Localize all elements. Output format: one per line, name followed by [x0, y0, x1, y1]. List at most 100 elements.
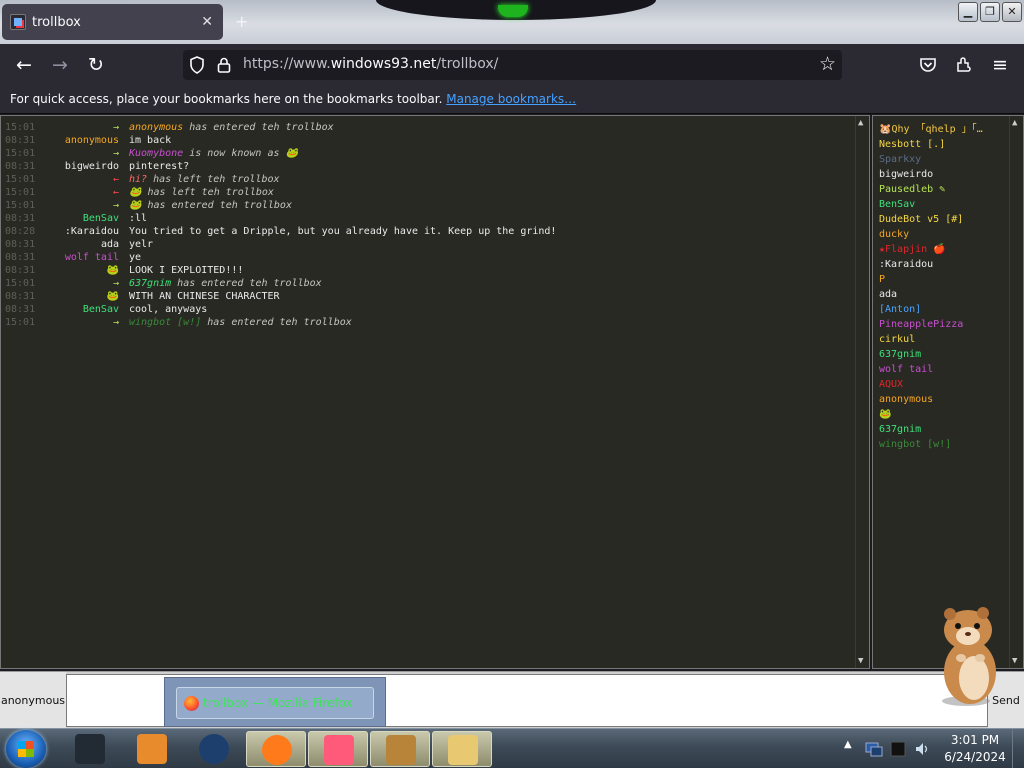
- user-list-item[interactable]: DudeBot v5 [#]: [879, 212, 1023, 227]
- chat-scrollbar[interactable]: ▲ ▼: [855, 116, 869, 668]
- taskbar-terminal[interactable]: [60, 731, 120, 767]
- message-tail: has left teh trollbox: [141, 187, 274, 198]
- message-body: im back: [129, 135, 172, 146]
- message-time: 08:31: [5, 265, 36, 276]
- reload-icon[interactable]: ↻: [84, 53, 108, 77]
- nickname-button[interactable]: anonymous: [0, 672, 66, 729]
- new-tab-icon[interactable]: +: [235, 12, 248, 31]
- message-nick[interactable]: 🐸: [37, 290, 129, 303]
- volume-icon[interactable]: [914, 740, 930, 758]
- message-nick[interactable]: bigweirdo: [37, 160, 129, 173]
- taskbar-app-globe[interactable]: [184, 731, 244, 767]
- scroll-down-icon[interactable]: ▼: [858, 656, 863, 666]
- forward-arrow-icon[interactable]: →: [48, 53, 72, 77]
- user-list-item[interactable]: AQUX: [879, 377, 1023, 392]
- message-nick[interactable]: ada: [37, 238, 129, 251]
- taskbar-trollbox-box[interactable]: [370, 731, 430, 767]
- file-explorer-icon: [448, 735, 478, 765]
- message-body: ye: [129, 252, 142, 263]
- user-list-item[interactable]: :Karaidou: [879, 257, 1023, 272]
- message-text: 🐸 has left teh trollbox: [129, 186, 869, 199]
- user-list-item[interactable]: wolf tail: [879, 362, 1023, 377]
- close-tab-icon[interactable]: ✕: [201, 14, 213, 30]
- message-time: 15:01: [5, 174, 36, 185]
- message-nick[interactable]: BenSav: [37, 303, 129, 316]
- chat-message: 15:01 → 637gnim has entered teh trollbox: [1, 277, 869, 290]
- message-nick[interactable]: →: [37, 121, 129, 134]
- message-time: 08:28: [5, 226, 36, 237]
- lock-icon[interactable]: [217, 57, 231, 73]
- menu-hamburger-icon[interactable]: ≡: [988, 53, 1012, 77]
- show-desktop-button[interactable]: [1012, 729, 1024, 768]
- user-list-item[interactable]: Nesbott [.]: [879, 137, 1023, 152]
- user-list-item[interactable]: ada: [879, 287, 1023, 302]
- start-button[interactable]: [6, 730, 46, 768]
- user-list-item[interactable]: cirkul: [879, 332, 1023, 347]
- scroll-down-icon[interactable]: ▼: [1012, 656, 1017, 666]
- tracking-shield-icon[interactable]: [189, 56, 205, 74]
- preview-firefox-window[interactable]: trollbox — Mozilla Firefox: [176, 687, 374, 719]
- message-nick[interactable]: →: [37, 277, 129, 290]
- message-composer: anonymous Send: [0, 671, 1024, 729]
- message-time: 08:31: [5, 291, 36, 302]
- clock-date: 6/24/2024: [944, 750, 1006, 764]
- userlist-scrollbar[interactable]: ▲ ▼: [1009, 116, 1023, 668]
- chat-message: 15:01 ← hi? has left teh trollbox: [1, 173, 869, 186]
- message-nick[interactable]: →: [37, 199, 129, 212]
- user-list-item[interactable]: BenSav: [879, 197, 1023, 212]
- user-list-item[interactable]: Sparkxy: [879, 152, 1023, 167]
- message-nick[interactable]: :Karaidou: [37, 225, 129, 238]
- hamster-mascot-icon[interactable]: [936, 606, 1006, 708]
- address-bar[interactable]: https://www.windows93.net/trollbox/ ☆: [183, 50, 842, 80]
- user-list-item[interactable]: ★Flapjin 🍎: [879, 242, 1023, 257]
- manage-bookmarks-link[interactable]: Manage bookmarks…: [446, 92, 576, 106]
- device-icon[interactable]: [888, 739, 908, 759]
- chat-message: 15:01 → Kuomybone is now known as 🐸: [1, 147, 869, 160]
- taskbar-file-explorer[interactable]: [432, 731, 492, 767]
- chat-message: 15:01 ← 🐸 has left teh trollbox: [1, 186, 869, 199]
- user-list-item[interactable]: wingbot [w!]: [879, 437, 1023, 452]
- pocket-icon[interactable]: [919, 57, 937, 73]
- message-nick[interactable]: anonymous: [37, 134, 129, 147]
- extensions-icon[interactable]: [955, 56, 973, 74]
- maximize-icon[interactable]: ❐: [980, 2, 1000, 22]
- taskbar-firefox[interactable]: [246, 731, 306, 767]
- close-window-icon[interactable]: ✕: [1002, 2, 1022, 22]
- taskbar: ▲ 3:01 PM 6/24/2024: [0, 728, 1024, 768]
- message-nick[interactable]: →: [37, 316, 129, 329]
- message-nick[interactable]: BenSav: [37, 212, 129, 225]
- back-arrow-icon[interactable]: ←: [12, 53, 36, 77]
- app-prism-icon: [324, 735, 354, 765]
- bookmark-star-icon[interactable]: ☆: [819, 53, 836, 75]
- scroll-up-icon[interactable]: ▲: [858, 118, 863, 128]
- taskbar-thumbnail-preview[interactable]: trollbox — Mozilla Firefox: [164, 677, 386, 727]
- message-nick[interactable]: ←: [37, 186, 129, 199]
- tab-trollbox[interactable]: trollbox ✕: [2, 4, 223, 40]
- user-list-item[interactable]: PineapplePizza: [879, 317, 1023, 332]
- message-nick[interactable]: 🐸: [37, 264, 129, 277]
- message-body: wingbot [w!]: [129, 317, 202, 328]
- message-nick[interactable]: wolf tail: [37, 251, 129, 264]
- user-list-item[interactable]: 🐹Qhy 「qhelp 」「…: [879, 122, 1023, 137]
- message-body: cool, anyways: [129, 304, 208, 315]
- taskbar-media-player[interactable]: [122, 731, 182, 767]
- user-list-item[interactable]: [Anton]: [879, 302, 1023, 317]
- user-list-item[interactable]: ducky: [879, 227, 1023, 242]
- user-list-item[interactable]: bigweirdo: [879, 167, 1023, 182]
- message-nick[interactable]: →: [37, 147, 129, 160]
- user-list-item[interactable]: P: [879, 272, 1023, 287]
- user-list-item[interactable]: anonymous: [879, 392, 1023, 407]
- show-hidden-icons-icon[interactable]: ▲: [844, 739, 852, 750]
- user-list-item[interactable]: 637gnim: [879, 347, 1023, 362]
- taskbar-app-prism[interactable]: [308, 731, 368, 767]
- clock[interactable]: 3:01 PM 6/24/2024: [942, 732, 1008, 766]
- user-list-item[interactable]: Pausedleb ✎: [879, 182, 1023, 197]
- scroll-up-icon[interactable]: ▲: [1012, 118, 1017, 128]
- minimize-icon[interactable]: ▁: [958, 2, 978, 22]
- message-time: 08:31: [5, 252, 36, 263]
- message-nick[interactable]: ←: [37, 173, 129, 186]
- network-icon[interactable]: [864, 739, 884, 759]
- user-list-item[interactable]: 637gnim: [879, 422, 1023, 437]
- message-text: :ll: [129, 212, 869, 225]
- user-list-item[interactable]: 🐸: [879, 407, 1023, 422]
